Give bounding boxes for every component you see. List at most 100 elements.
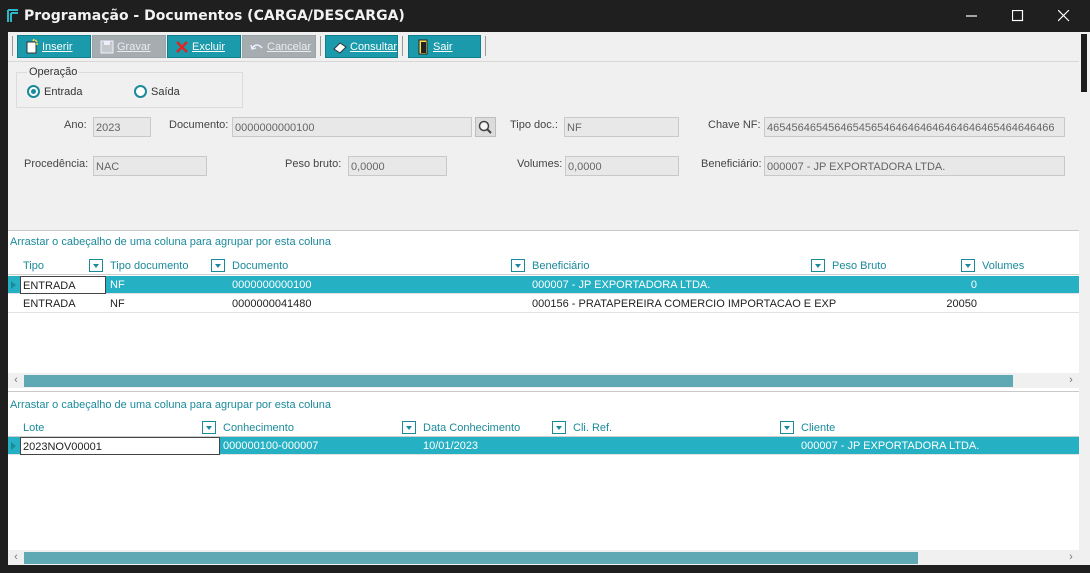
cell-beneficiario: 000007 - JP EXPORTADORA LTDA.: [532, 279, 711, 291]
procedencia-field[interactable]: NAC: [93, 156, 207, 176]
chave-nf-label: Chave NF:: [708, 119, 761, 131]
col-volumes[interactable]: Volumes: [982, 257, 1024, 275]
ano-field[interactable]: 2023: [93, 117, 151, 137]
col-data-conhecimento[interactable]: Data Conhecimento: [423, 419, 520, 437]
toolbar-separator: [402, 36, 403, 56]
client-area: Inserir Gravar Excluir Cancelar Consulta…: [8, 32, 1079, 565]
group-by-hint: Arrastar o cabeçalho de uma coluna para …: [10, 236, 332, 248]
undo-icon: [250, 44, 263, 50]
close-icon: [1058, 10, 1070, 22]
beneficiario-field[interactable]: 000007 - JP EXPORTADORA LTDA.: [764, 156, 1065, 176]
peso-bruto-field[interactable]: 0,0000: [348, 156, 447, 176]
col-cliente[interactable]: Cliente: [801, 419, 835, 437]
query-button[interactable]: Consultar: [325, 35, 398, 58]
toolbar-separator: [12, 36, 13, 56]
scrollbar-thumb[interactable]: [24, 552, 918, 564]
chave-nf-field[interactable]: 4654564654564654565464646464646464646546…: [764, 117, 1065, 137]
cell-volumes: 0: [970, 279, 977, 291]
tipo-doc-label: Tipo doc.:: [510, 119, 558, 131]
col-tipo-documento[interactable]: Tipo documento: [110, 257, 188, 275]
cell-beneficiario: 000156 - PRATAPEREIRA COMERCIO IMPORTACA…: [532, 298, 837, 310]
filter-icon[interactable]: [202, 421, 216, 434]
operation-group: Operação Entrada Saída: [16, 66, 243, 108]
documento-field[interactable]: 0000000000100: [232, 117, 472, 137]
group-by-hint: Arrastar o cabeçalho de uma coluna para …: [10, 399, 332, 411]
volumes-field[interactable]: 0,0000: [565, 156, 679, 176]
table-row[interactable]: ENTRADA NF 0000000041480 000156 - PRATAP…: [8, 295, 1079, 313]
insert-icon: [26, 39, 38, 54]
cell-conhecimento: 000000100-000007: [223, 440, 319, 452]
minimize-button[interactable]: [949, 0, 995, 32]
maximize-icon: [1012, 10, 1024, 22]
title-bar: Programação - Documentos (CARGA/DESCARGA…: [0, 0, 1090, 32]
cell-lote[interactable]: 2023NOV00001: [20, 437, 220, 455]
table-row[interactable]: 2023NOV00001 000000100-000007 10/01/2023…: [8, 437, 1079, 455]
cell-cliente: 000007 - JP EXPORTADORA LTDA.: [801, 440, 980, 452]
close-window-button[interactable]: [1041, 0, 1087, 32]
radio-entrada[interactable]: [27, 85, 40, 98]
col-peso-bruto[interactable]: Peso Bruto: [832, 257, 886, 275]
filter-icon[interactable]: [211, 259, 225, 272]
row-indicator-icon: [11, 442, 16, 450]
delete-x-icon: [176, 41, 188, 53]
lots-grid: Arrastar o cabeçalho de uma coluna para …: [8, 391, 1079, 565]
cell-documento: 0000000041480: [232, 298, 312, 310]
cell-tipo-documento: NF: [110, 298, 125, 310]
save-button[interactable]: Gravar: [92, 35, 166, 58]
col-lote[interactable]: Lote: [23, 419, 44, 437]
horizontal-scrollbar[interactable]: ‹ ›: [8, 550, 1079, 565]
exit-door-icon: [418, 39, 428, 55]
col-documento[interactable]: Documento: [232, 257, 288, 275]
filter-icon[interactable]: [780, 421, 794, 434]
peso-bruto-label: Peso bruto:: [285, 158, 342, 170]
delete-button[interactable]: Excluir: [167, 35, 241, 58]
vertical-scrollbar-thumb[interactable]: [1081, 34, 1087, 92]
table-row[interactable]: ENTRADA NF 0000000000100 000007 - JP EXP…: [8, 276, 1079, 294]
cell-volumes: 20050: [946, 298, 977, 310]
filter-icon[interactable]: [552, 421, 566, 434]
vertical-scrollbar[interactable]: [1079, 32, 1090, 565]
scroll-left-icon[interactable]: ‹: [10, 373, 22, 388]
cell-data-conhecimento: 10/01/2023: [423, 440, 479, 452]
cell-tipo-documento: NF: [110, 279, 125, 291]
filter-icon[interactable]: [402, 421, 416, 434]
scroll-right-icon[interactable]: ›: [1065, 550, 1077, 565]
toolbar-separator: [320, 36, 321, 56]
radio-saida[interactable]: [134, 85, 147, 98]
query-icon: [333, 42, 347, 54]
insert-button[interactable]: Inserir: [17, 35, 91, 58]
search-document-button[interactable]: [475, 117, 496, 137]
row-indicator-icon: [11, 281, 16, 289]
operation-title: Operação: [27, 66, 80, 78]
toolbar-separator: [485, 36, 486, 56]
filter-icon[interactable]: [961, 259, 975, 272]
scrollbar-thumb[interactable]: [24, 375, 1013, 387]
scroll-right-icon[interactable]: ›: [1065, 373, 1077, 388]
col-beneficiario[interactable]: Beneficiário: [532, 257, 589, 275]
tipo-doc-field[interactable]: NF: [564, 117, 679, 137]
radio-entrada-label: Entrada: [44, 86, 83, 98]
filter-icon[interactable]: [811, 259, 825, 272]
filter-icon[interactable]: [89, 259, 103, 272]
documento-label: Documento:: [169, 119, 229, 131]
cancel-button[interactable]: Cancelar: [242, 35, 316, 58]
filter-icon[interactable]: [511, 259, 525, 272]
volumes-label: Volumes:: [517, 158, 563, 170]
scroll-left-icon[interactable]: ‹: [10, 550, 22, 565]
cell-tipo[interactable]: ENTRADA: [20, 276, 106, 294]
col-cli-ref[interactable]: Cli. Ref.: [573, 419, 612, 437]
cell-tipo: ENTRADA: [23, 298, 76, 310]
beneficiario-label: Beneficiário:: [701, 158, 762, 170]
documents-grid: Arrastar o cabeçalho de uma coluna para …: [8, 230, 1079, 391]
cell-documento: 0000000000100: [232, 279, 312, 291]
maximize-button[interactable]: [995, 0, 1041, 32]
app-logo-icon: [7, 9, 18, 22]
horizontal-scrollbar[interactable]: ‹ ›: [8, 373, 1079, 388]
col-tipo[interactable]: Tipo: [23, 257, 44, 275]
app-window: Programação - Documentos (CARGA/DESCARGA…: [0, 0, 1090, 573]
window-title: Programação - Documentos (CARGA/DESCARGA…: [24, 8, 405, 24]
exit-button[interactable]: Sair: [408, 35, 481, 58]
toolbar: Inserir Gravar Excluir Cancelar Consulta…: [8, 32, 1079, 62]
col-conhecimento[interactable]: Conhecimento: [223, 419, 294, 437]
radio-saida-label: Saída: [151, 86, 180, 98]
